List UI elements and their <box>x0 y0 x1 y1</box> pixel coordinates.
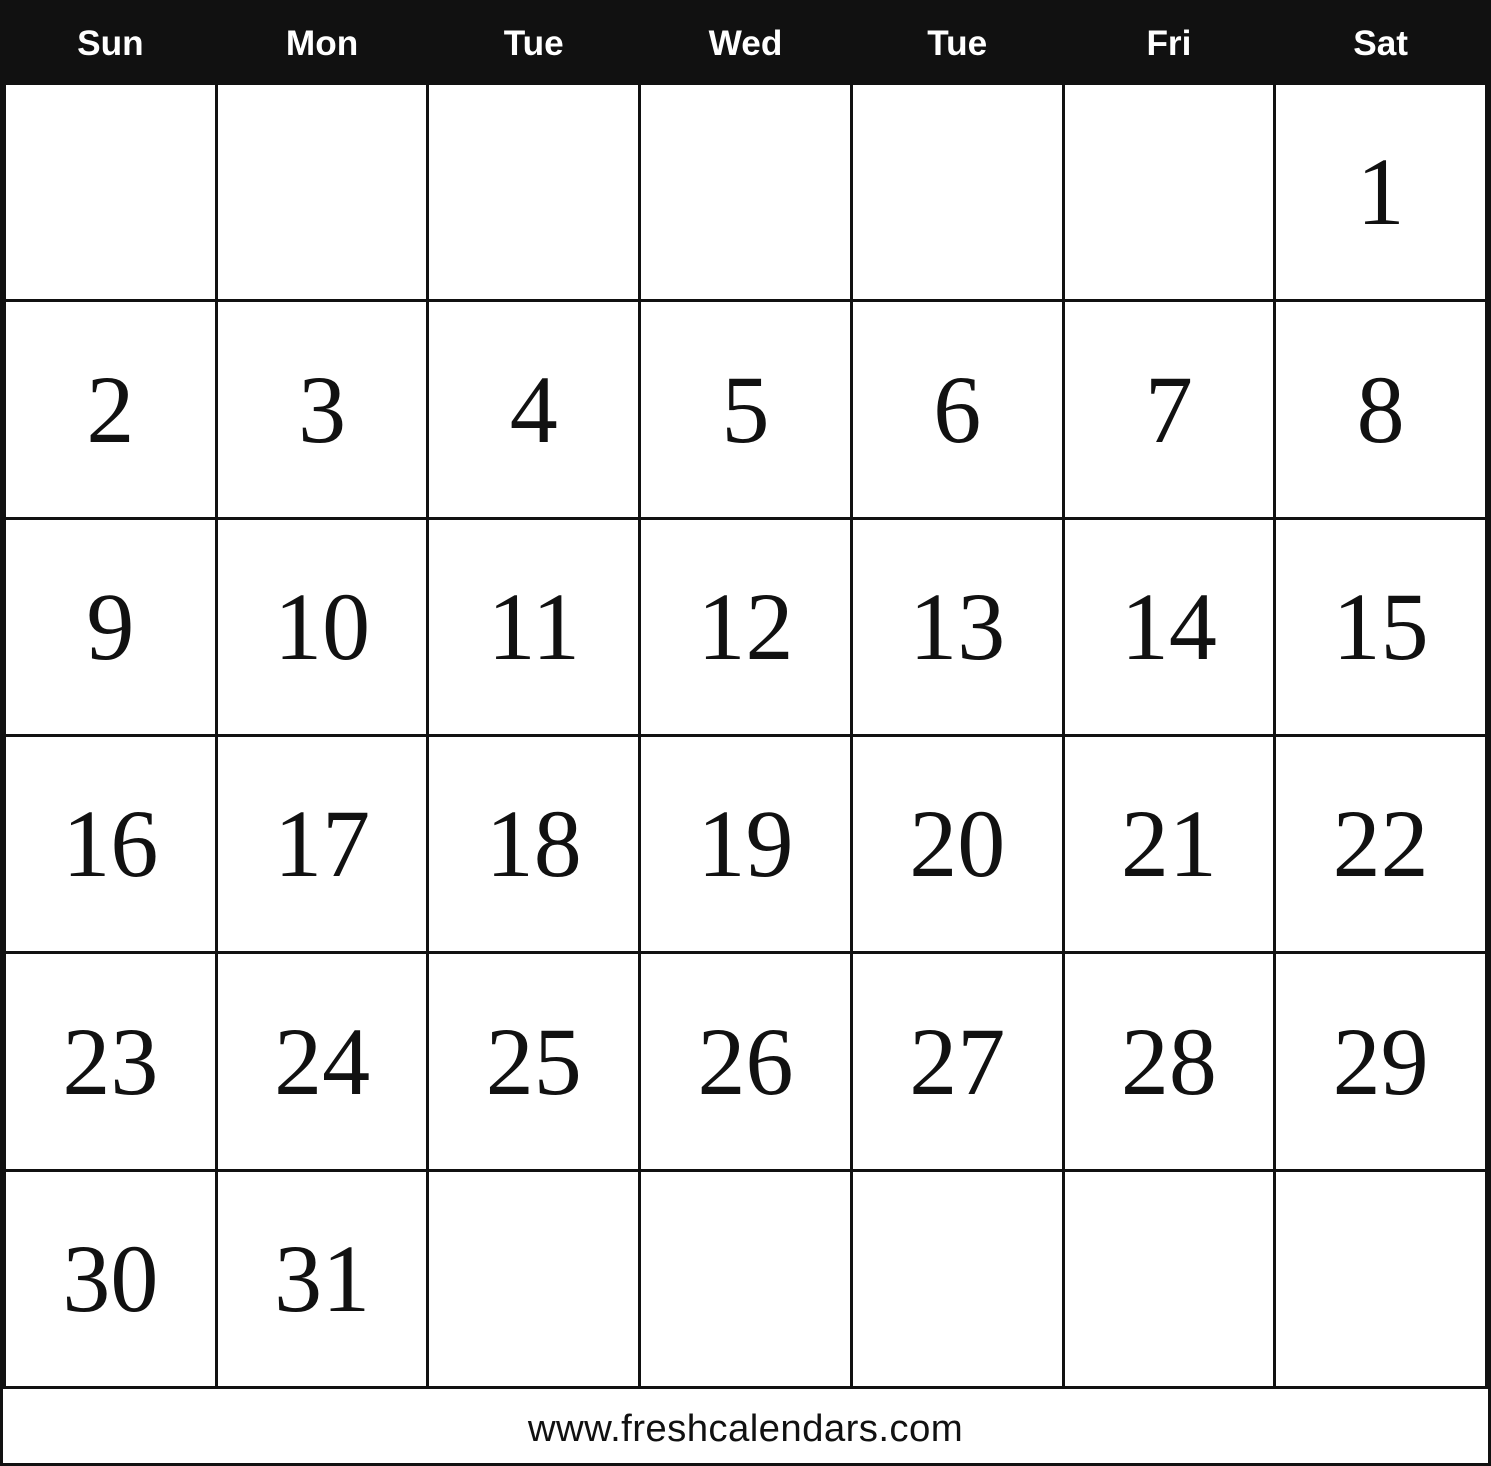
calendar-day-cell[interactable]: 7 <box>1065 302 1277 519</box>
calendar-day-cell[interactable]: 14 <box>1065 520 1277 737</box>
calendar-day-cell[interactable] <box>429 1172 641 1389</box>
calendar-day-cell[interactable]: 27 <box>853 954 1065 1171</box>
day-number: 16 <box>62 796 158 892</box>
calendar-day-cell[interactable] <box>641 1172 853 1389</box>
header-day-sun-0: Sun <box>6 6 218 85</box>
calendar-day-cell[interactable]: 10 <box>218 520 430 737</box>
day-number: 20 <box>909 796 1005 892</box>
calendar-day-cell[interactable] <box>641 85 853 302</box>
header-day-fri-5: Fri <box>1065 6 1277 85</box>
day-number: 26 <box>697 1014 793 1110</box>
day-number: 9 <box>86 579 134 675</box>
day-number: 13 <box>909 579 1005 675</box>
day-number: 30 <box>62 1231 158 1327</box>
day-number: 31 <box>274 1231 370 1327</box>
calendar-day-cell[interactable]: 26 <box>641 954 853 1171</box>
calendar-day-cell[interactable] <box>429 85 641 302</box>
day-number: 28 <box>1121 1014 1217 1110</box>
calendar-day-cell[interactable]: 21 <box>1065 737 1277 954</box>
day-number: 6 <box>933 362 981 458</box>
calendar-grid: SunMonTueWedTueFriSat1234567891011121314… <box>3 3 1488 1389</box>
calendar-day-cell[interactable]: 12 <box>641 520 853 737</box>
calendar-day-cell[interactable]: 17 <box>218 737 430 954</box>
day-number: 3 <box>298 362 346 458</box>
calendar-day-cell[interactable] <box>1065 85 1277 302</box>
day-number: 27 <box>909 1014 1005 1110</box>
day-number: 19 <box>697 796 793 892</box>
day-number: 18 <box>486 796 582 892</box>
day-number: 7 <box>1145 362 1193 458</box>
calendar-day-cell[interactable]: 16 <box>6 737 218 954</box>
calendar-day-cell[interactable]: 1 <box>1276 85 1488 302</box>
header-day-wed-3: Wed <box>641 6 853 85</box>
calendar-day-cell[interactable] <box>853 1172 1065 1389</box>
calendar-container: SunMonTueWedTueFriSat1234567891011121314… <box>0 0 1491 1466</box>
calendar-day-cell[interactable] <box>1065 1172 1277 1389</box>
day-number: 12 <box>697 579 793 675</box>
calendar-day-cell[interactable]: 23 <box>6 954 218 1171</box>
day-number: 1 <box>1357 144 1405 240</box>
calendar-day-cell[interactable]: 4 <box>429 302 641 519</box>
day-number: 21 <box>1121 796 1217 892</box>
calendar-day-cell[interactable] <box>853 85 1065 302</box>
day-number: 23 <box>62 1014 158 1110</box>
day-number: 5 <box>721 362 769 458</box>
calendar-day-cell[interactable]: 13 <box>853 520 1065 737</box>
day-number: 11 <box>488 579 580 675</box>
header-day-tue-2: Tue <box>429 6 641 85</box>
calendar-day-cell[interactable]: 18 <box>429 737 641 954</box>
calendar-day-cell[interactable]: 2 <box>6 302 218 519</box>
day-number: 2 <box>86 362 134 458</box>
calendar-day-cell[interactable]: 31 <box>218 1172 430 1389</box>
header-day-sat-6: Sat <box>1276 6 1488 85</box>
calendar-day-cell[interactable]: 28 <box>1065 954 1277 1171</box>
header-day-mon-1: Mon <box>218 6 430 85</box>
calendar-day-cell[interactable]: 6 <box>853 302 1065 519</box>
calendar-day-cell[interactable] <box>218 85 430 302</box>
calendar-day-cell[interactable]: 15 <box>1276 520 1488 737</box>
day-number: 8 <box>1357 362 1405 458</box>
calendar-day-cell[interactable]: 30 <box>6 1172 218 1389</box>
calendar-day-cell[interactable]: 22 <box>1276 737 1488 954</box>
calendar-day-cell[interactable]: 8 <box>1276 302 1488 519</box>
calendar-day-cell[interactable]: 3 <box>218 302 430 519</box>
calendar-day-cell[interactable]: 29 <box>1276 954 1488 1171</box>
header-day-tue-4: Tue <box>853 6 1065 85</box>
day-number: 24 <box>274 1014 370 1110</box>
calendar-day-cell[interactable]: 25 <box>429 954 641 1171</box>
day-number: 17 <box>274 796 370 892</box>
calendar-day-cell[interactable] <box>1276 1172 1488 1389</box>
footer-url: www.freshcalendars.com <box>3 1389 1488 1463</box>
calendar-day-cell[interactable]: 19 <box>641 737 853 954</box>
calendar-day-cell[interactable]: 9 <box>6 520 218 737</box>
day-number: 29 <box>1333 1014 1429 1110</box>
calendar-day-cell[interactable]: 11 <box>429 520 641 737</box>
calendar-day-cell[interactable]: 24 <box>218 954 430 1171</box>
calendar-day-cell[interactable]: 5 <box>641 302 853 519</box>
day-number: 10 <box>274 579 370 675</box>
day-number: 25 <box>486 1014 582 1110</box>
day-number: 4 <box>510 362 558 458</box>
day-number: 14 <box>1121 579 1217 675</box>
day-number: 15 <box>1333 579 1429 675</box>
calendar-day-cell[interactable]: 20 <box>853 737 1065 954</box>
day-number: 22 <box>1333 796 1429 892</box>
calendar-day-cell[interactable] <box>6 85 218 302</box>
